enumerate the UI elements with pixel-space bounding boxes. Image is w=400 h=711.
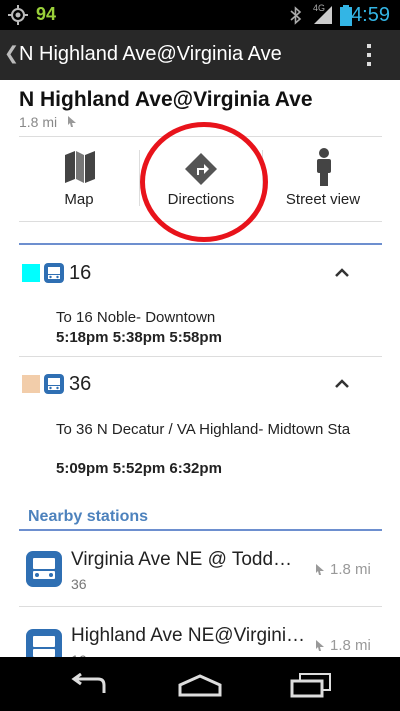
recent-apps-icon[interactable] — [290, 672, 332, 698]
route-destination: To 16 Noble- Downtown — [56, 309, 216, 326]
collapse-chevron-icon[interactable] — [334, 378, 350, 388]
street-view-button[interactable]: Street view — [263, 137, 383, 221]
route-card[interactable]: 36 To 36 N Decatur / VA Highland- Midtow… — [0, 357, 400, 487]
street-view-label: Street view — [285, 191, 361, 208]
route-color-swatch — [22, 375, 40, 393]
bus-icon — [44, 263, 64, 283]
back-icon[interactable] — [68, 673, 110, 697]
back-chevron-icon[interactable]: ❮ — [4, 43, 19, 64]
route-number: 16 — [69, 262, 92, 284]
arrival-times: 5:18pm 5:38pm 5:58pm — [56, 329, 222, 346]
map-icon — [65, 151, 95, 183]
route-card[interactable]: 16 To 16 Noble- Downtown 5:18pm 5:38pm 5… — [0, 246, 400, 356]
station-name: Virginia Ave NE @ Todd… — [71, 549, 293, 570]
bus-icon — [26, 551, 62, 587]
station-distance: 1.8 mi — [330, 637, 371, 654]
overflow-menu-icon[interactable] — [362, 40, 376, 70]
home-icon[interactable] — [177, 673, 223, 697]
stop-title: N Highland Ave@Virginia Ave — [19, 88, 313, 111]
map-label: Map — [64, 191, 94, 208]
route-number: 36 — [69, 373, 92, 395]
system-nav-bar — [0, 657, 400, 711]
nearby-stations-heading: Nearby stations — [28, 508, 149, 525]
pegman-icon — [317, 148, 331, 186]
battery-level-text: 94 — [36, 4, 57, 24]
list-item[interactable]: Highland Ave NE@Virgini… 16 1.8 mi — [0, 607, 400, 657]
bearing-arrow-icon — [67, 116, 76, 127]
bearing-arrow-icon — [316, 640, 324, 651]
status-bar: 94 4G 4:59 — [0, 0, 400, 30]
signal-icon — [314, 6, 332, 24]
map-button[interactable]: Map — [19, 137, 139, 221]
bearing-arrow-icon — [316, 564, 324, 575]
station-routes: 36 — [71, 576, 87, 592]
station-name: Highland Ave NE@Virgini… — [71, 625, 306, 646]
bluetooth-icon — [290, 6, 302, 25]
route-destination: To 36 N Decatur / VA Highland- Midtown S… — [56, 421, 351, 438]
action-bar: ❮ N Highland Ave@Virginia Ave — [0, 30, 400, 80]
route-color-swatch — [22, 264, 40, 282]
action-bar-title[interactable]: N Highland Ave@Virginia Ave — [19, 43, 282, 66]
stop-distance-text: 1.8 mi — [19, 114, 58, 130]
bus-icon — [26, 629, 62, 657]
bus-icon — [44, 374, 64, 394]
clock: 4:59 — [351, 4, 390, 26]
section-divider — [19, 243, 382, 245]
collapse-chevron-icon[interactable] — [334, 267, 350, 277]
arrival-times: 5:09pm 5:52pm 6:32pm — [56, 460, 222, 477]
section-divider — [19, 529, 382, 531]
gps-icon — [8, 5, 28, 25]
stop-distance: 1.8 mi — [19, 114, 78, 132]
list-item[interactable]: Virginia Ave NE @ Todd… 36 1.8 mi — [0, 532, 400, 606]
station-distance: 1.8 mi — [330, 561, 371, 578]
highlight-circle — [140, 122, 268, 242]
